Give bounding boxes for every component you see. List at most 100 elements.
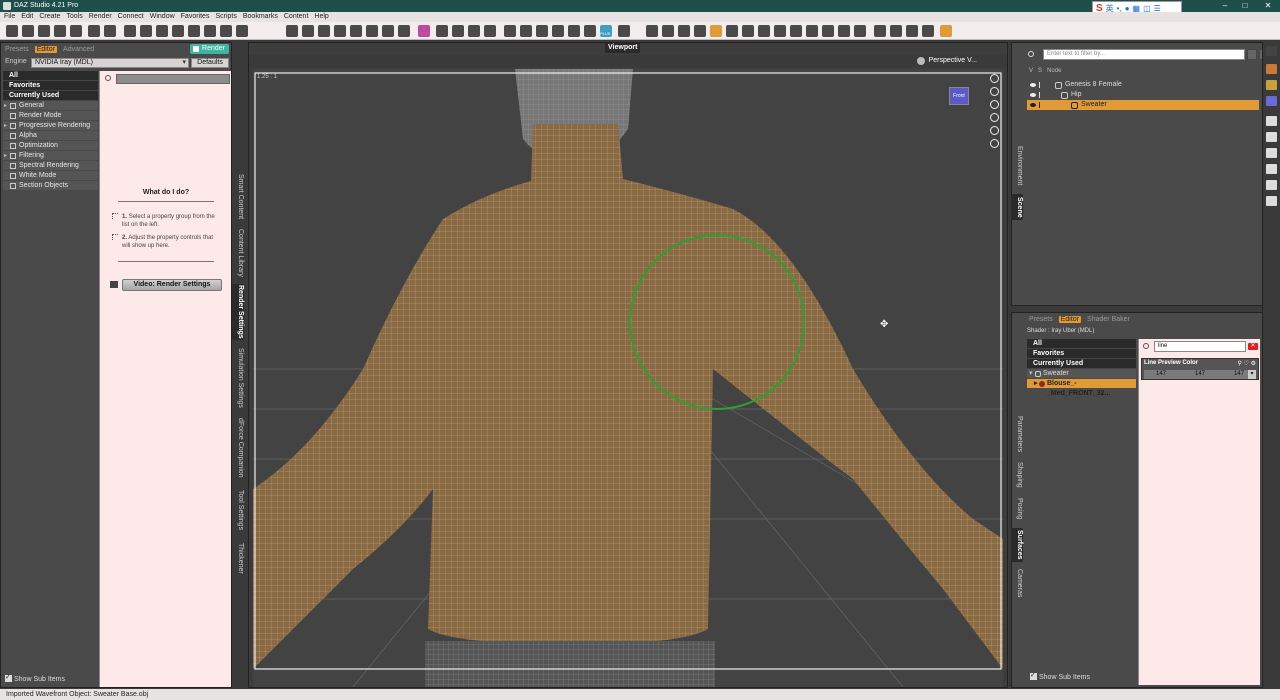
group-currently-used[interactable]: Currently Used (3, 91, 98, 101)
spot-light-icon[interactable] (334, 25, 346, 37)
null-icon[interactable] (398, 25, 410, 37)
engine-select[interactable]: NVIDIA Iray (MDL) (31, 58, 189, 68)
tab-dforce-companion[interactable]: dForce Companion (232, 416, 244, 480)
node-selection-icon[interactable] (124, 25, 136, 37)
tab-smart-content[interactable]: Smart Content (232, 172, 244, 222)
document-icon[interactable] (1266, 132, 1277, 142)
group-favorites[interactable]: Favorites (3, 81, 98, 91)
uv-editor-icon[interactable] (536, 25, 548, 37)
create-camera-icon[interactable] (302, 25, 314, 37)
twist-tool-icon[interactable] (742, 25, 754, 37)
folder-icon[interactable] (568, 25, 580, 37)
menu-file[interactable]: File (2, 12, 17, 22)
point-light-icon[interactable] (366, 25, 378, 37)
scene-filter-input[interactable]: Enter text to filter by... (1043, 49, 1245, 60)
group-currently-used[interactable]: Currently Used (1027, 359, 1136, 369)
line-preview-color-property[interactable]: Line Preview Color ⚲ ♡ ⚙ 147 147 147 ▾ (1141, 358, 1259, 380)
pose-tool-icon[interactable] (758, 25, 770, 37)
color-value-field[interactable]: 147 147 147 (1144, 370, 1248, 379)
collapse-arrow-icon[interactable]: ▾ (1029, 369, 1033, 379)
material-preset-icon[interactable] (1266, 80, 1277, 90)
menu-render[interactable]: Render (87, 12, 114, 22)
active-pose-icon[interactable] (156, 25, 168, 37)
close-button[interactable]: ✕ (1258, 0, 1278, 12)
expand-arrow-icon[interactable]: ▸ (1034, 379, 1038, 389)
translate-tool-icon[interactable] (188, 25, 200, 37)
redo-icon[interactable] (104, 25, 116, 37)
tab-editor[interactable]: Editor (1058, 315, 1082, 323)
bone-tool-icon[interactable] (1266, 180, 1277, 190)
aim-icon[interactable] (890, 25, 902, 37)
menu-bookmarks[interactable]: Bookmarks (241, 12, 280, 22)
import-icon[interactable] (1266, 116, 1277, 126)
paint-icon[interactable] (1266, 148, 1277, 158)
node-sweater[interactable]: Sweater (1027, 100, 1259, 110)
walk-icon[interactable] (822, 25, 834, 37)
surface-selection-icon[interactable] (220, 25, 232, 37)
group-favorites[interactable]: Favorites (1027, 349, 1136, 359)
move-view-icon[interactable] (646, 25, 658, 37)
eye-icon[interactable] (1030, 83, 1036, 87)
surface-blouse[interactable]: ▸ Blouse_-_Med_FRONT_32... (1027, 379, 1136, 397)
render-icon[interactable] (940, 25, 952, 37)
distant-light-icon[interactable] (350, 25, 362, 37)
group-all[interactable]: All (3, 71, 98, 81)
rotate-tool-icon[interactable] (172, 25, 184, 37)
menu-connect[interactable]: Connect (116, 12, 146, 22)
link-icon[interactable] (906, 25, 918, 37)
plus-icon[interactable]: PLUS (600, 25, 612, 37)
navigation-cube[interactable]: Front (949, 87, 969, 105)
menu-tools[interactable]: Tools (64, 12, 84, 22)
show-sub-items-checkbox[interactable]: Show Sub Items (1030, 671, 1090, 681)
save-as-icon[interactable] (70, 25, 82, 37)
defaults-button[interactable]: Defaults (191, 58, 229, 68)
rigging-icon[interactable] (452, 25, 464, 37)
dolly-icon[interactable] (990, 126, 999, 135)
group-filtering[interactable]: ▸ Filtering (3, 151, 98, 161)
property-options-icon[interactable]: ⚲ ♡ ⚙ (1238, 360, 1257, 367)
tab-scene[interactable]: Scene (1011, 194, 1023, 220)
expand-arrow-icon[interactable]: ▸ (4, 101, 7, 111)
arrow-select-icon[interactable] (662, 25, 674, 37)
surface-sweater[interactable]: ▾ Sweater (1027, 369, 1136, 379)
group-spectral-rendering[interactable]: Spectral Rendering (3, 161, 98, 171)
tab-thickener[interactable]: Thickener (232, 540, 244, 576)
color-dropdown-icon[interactable]: ▾ (1248, 370, 1256, 379)
tab-shader-baker[interactable]: Shader Baker (1087, 316, 1130, 323)
eye-icon[interactable] (1030, 103, 1036, 107)
undo-icon[interactable] (88, 25, 100, 37)
texture-icon[interactable] (1266, 64, 1277, 74)
render-mode-icon[interactable] (418, 25, 430, 37)
save-icon[interactable] (54, 25, 66, 37)
select-icon[interactable] (1039, 82, 1044, 88)
tab-posing[interactable]: Posing (1011, 496, 1023, 522)
camera-frame-icon[interactable] (874, 25, 886, 37)
tab-shaping[interactable]: Shaping (1011, 460, 1023, 490)
expand-arrow-icon[interactable]: ▸ (4, 151, 7, 161)
scene-canvas[interactable] (253, 69, 1003, 687)
tab-render-settings[interactable]: Render Settings (232, 284, 244, 340)
render-button[interactable]: Render (190, 44, 229, 54)
scale-tool-icon[interactable] (204, 25, 216, 37)
menu-favorites[interactable]: Favorites (179, 12, 212, 22)
orbit-icon[interactable] (678, 25, 690, 37)
eye-icon[interactable] (1030, 93, 1036, 97)
joint-editor-icon[interactable] (468, 25, 480, 37)
video-render-settings-button[interactable]: Video: Render Settings (122, 279, 222, 291)
tab-editor[interactable]: Editor (34, 45, 58, 53)
node-genesis-8-female[interactable]: Genesis 8 Female (1027, 80, 1259, 90)
filter-options-icon[interactable] (1247, 49, 1257, 60)
tab-environment[interactable]: Environment (1011, 142, 1023, 190)
universal-manipulator-icon[interactable] (710, 25, 722, 37)
linear-light-icon[interactable] (382, 25, 394, 37)
zoom-icon[interactable] (990, 113, 999, 122)
morph-loader-icon[interactable] (520, 25, 532, 37)
weight-map-icon[interactable] (484, 25, 496, 37)
region-nav-icon[interactable] (790, 25, 802, 37)
tab-surfaces[interactable]: Surfaces (1011, 528, 1023, 562)
minimize-button[interactable]: – (1215, 0, 1235, 12)
surface-search-input[interactable]: line (1154, 341, 1246, 352)
group-alpha[interactable]: Alpha (3, 131, 98, 141)
roll-icon[interactable] (694, 25, 706, 37)
universal-tool-icon[interactable] (140, 25, 152, 37)
